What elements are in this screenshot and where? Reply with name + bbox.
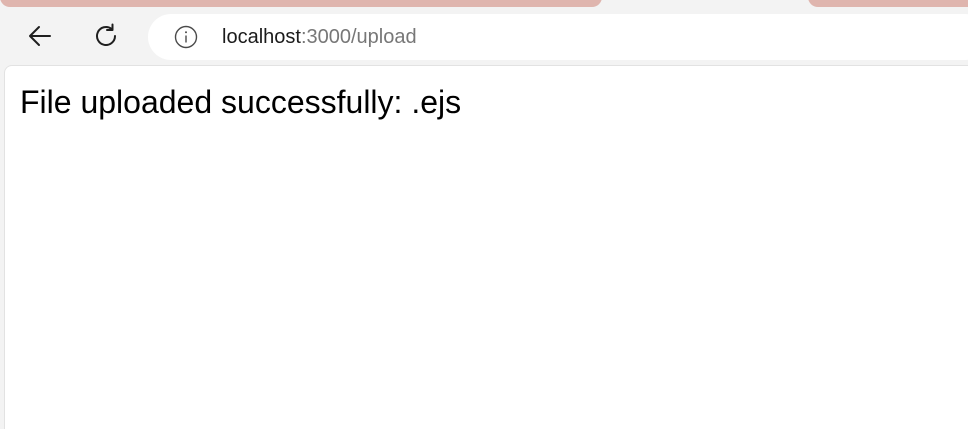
- back-arrow-icon: [26, 22, 54, 50]
- info-icon[interactable]: [174, 25, 198, 49]
- browser-toolbar: localhost:3000/upload: [0, 10, 968, 64]
- tab-active[interactable]: [0, 0, 602, 7]
- reload-icon: [92, 22, 120, 50]
- address-bar[interactable]: localhost:3000/upload: [148, 14, 968, 60]
- url-path: :3000/upload: [300, 26, 417, 48]
- back-button[interactable]: [22, 18, 58, 54]
- tab-inactive[interactable]: [808, 0, 968, 7]
- url-host: localhost: [222, 26, 301, 48]
- upload-success-message: File uploaded successfully: .ejs: [20, 84, 462, 120]
- tab-strip: [0, 0, 968, 10]
- browser-window: localhost:3000/upload File uploaded succ…: [0, 0, 968, 429]
- reload-button[interactable]: [88, 18, 124, 54]
- page-viewport: File uploaded successfully: .ejs: [4, 65, 968, 429]
- url-text[interactable]: localhost:3000/upload: [222, 26, 417, 48]
